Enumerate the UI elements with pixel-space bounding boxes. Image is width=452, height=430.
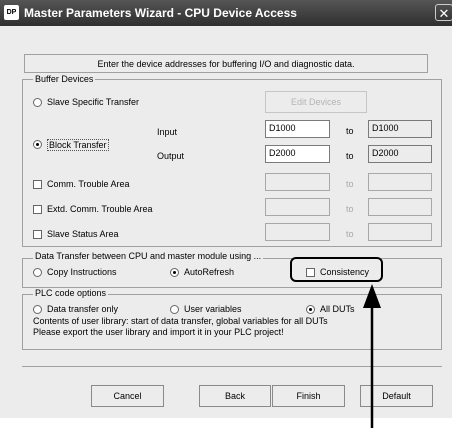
annotation-arrow-icon [363,284,381,428]
